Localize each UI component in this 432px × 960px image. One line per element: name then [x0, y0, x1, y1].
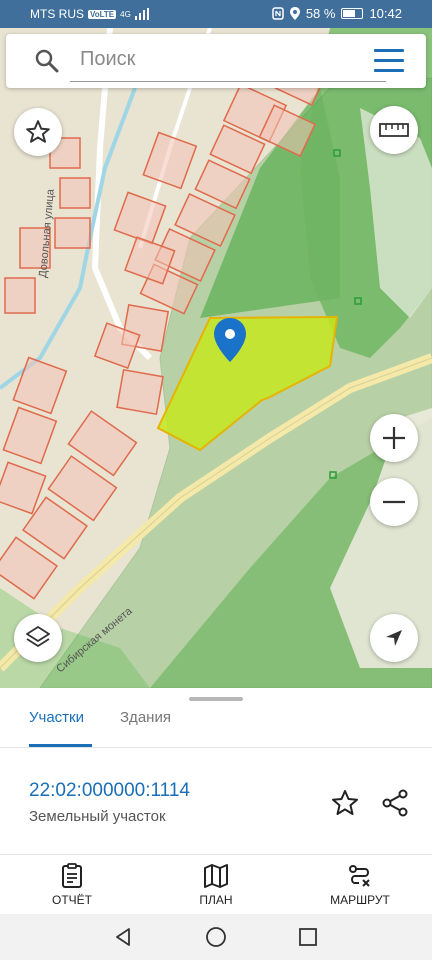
- cadastral-number[interactable]: 22:02:000000:1114: [29, 780, 190, 802]
- route-icon: [349, 865, 370, 887]
- navigation-arrow-icon: [386, 630, 402, 646]
- plus-icon: [383, 427, 405, 449]
- signal-icon: [134, 8, 149, 20]
- battery-percent: 58 %: [305, 6, 336, 21]
- home-icon[interactable]: [205, 926, 227, 948]
- star-icon: [26, 120, 50, 143]
- nfc-icon: [272, 7, 284, 20]
- network-type: 4G: [120, 9, 131, 19]
- location-icon: [289, 7, 300, 20]
- my-location-button[interactable]: [370, 614, 418, 662]
- map-view[interactable]: Довольная улица Сибирская монета: [0, 28, 432, 688]
- search-input[interactable]: Поиск: [80, 48, 135, 71]
- menu-button[interactable]: [374, 49, 404, 73]
- nav-plan[interactable]: ПЛАН: [166, 863, 266, 907]
- volte-badge: VoLTE: [88, 9, 117, 19]
- back-icon[interactable]: [112, 926, 134, 948]
- nav-route-label: МАРШРУТ: [330, 893, 390, 907]
- system-navigation-bar: [0, 914, 432, 960]
- map-canvas[interactable]: Довольная улица Сибирская монета: [0, 28, 432, 688]
- details-sheet[interactable]: Участки Здания 22:02:000000:1114 Земельн…: [0, 688, 432, 854]
- bottom-navigation: ОТЧЁТ ПЛАН МАРШРУТ: [0, 854, 432, 914]
- layers-icon: [26, 626, 50, 647]
- status-bar: MTS RUS VoLTE 4G 58 % 10:42: [0, 0, 432, 28]
- search-underline: [70, 81, 386, 82]
- tab-plots[interactable]: Участки: [29, 709, 84, 726]
- ruler-icon: [379, 123, 409, 137]
- nav-plan-label: ПЛАН: [199, 893, 233, 907]
- share-icon[interactable]: [380, 788, 410, 818]
- carrier-info: MTS RUS VoLTE 4G: [30, 7, 149, 21]
- search-bar[interactable]: Поиск: [6, 34, 426, 88]
- nav-route[interactable]: МАРШРУТ: [310, 863, 410, 907]
- tabs-divider: [0, 747, 432, 748]
- favorite-star-icon[interactable]: [330, 788, 360, 818]
- object-type: Земельный участок: [29, 808, 166, 825]
- minus-icon: [383, 500, 405, 504]
- layers-button[interactable]: [14, 614, 62, 662]
- ruler-button[interactable]: [370, 106, 418, 154]
- tab-buildings[interactable]: Здания: [120, 709, 171, 726]
- clock: 10:42: [369, 6, 402, 21]
- favorites-map-button[interactable]: [14, 108, 62, 156]
- zoom-out-button[interactable]: [370, 478, 418, 526]
- report-icon: [62, 863, 82, 888]
- sheet-handle[interactable]: [189, 697, 243, 701]
- search-icon[interactable]: [34, 48, 60, 74]
- status-right: 58 % 10:42: [272, 6, 402, 21]
- zoom-in-button[interactable]: [370, 414, 418, 462]
- nav-report[interactable]: ОТЧЁТ: [22, 863, 122, 907]
- carrier-name: MTS RUS: [30, 7, 84, 21]
- map-icon: [204, 864, 228, 888]
- menu-icon: [374, 49, 404, 52]
- battery-icon: [341, 8, 364, 19]
- nav-report-label: ОТЧЁТ: [51, 893, 92, 907]
- battery-fill: [343, 10, 356, 17]
- recents-icon[interactable]: [297, 926, 319, 948]
